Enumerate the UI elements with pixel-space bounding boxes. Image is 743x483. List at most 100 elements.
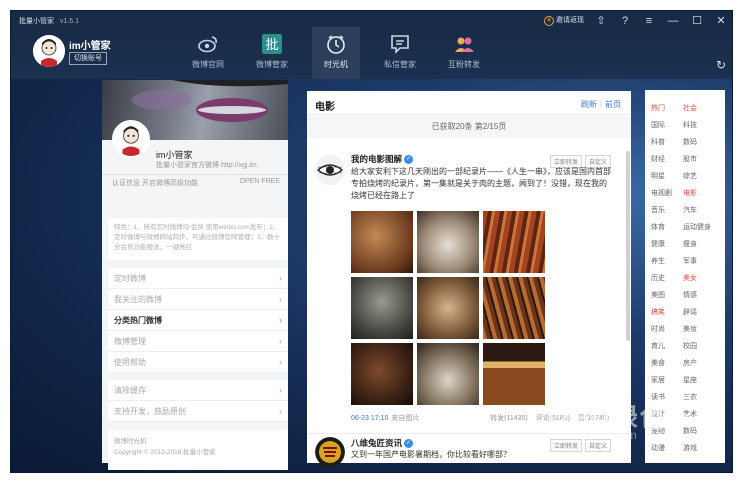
menu-item-clear-cache[interactable]: 清除缓存 ›	[108, 380, 288, 401]
menu-item-hot-categories[interactable]: 分类热门微博 ›	[108, 310, 288, 331]
menu-group-misc: 清除缓存 › 支持开发，鼓励原创 ›	[108, 380, 288, 422]
menu-item-scheduled[interactable]: 定时微博 ›	[108, 268, 288, 289]
category-item[interactable]: 美妆	[683, 323, 715, 337]
refresh-link[interactable]: 刷新	[581, 100, 597, 109]
category-item[interactable]: 体育	[651, 221, 683, 235]
nav-weibo-manager[interactable]: 批 微博管家	[248, 27, 296, 79]
category-item[interactable]: 瘦身	[683, 238, 715, 252]
category-item[interactable]: 汽车	[683, 204, 715, 218]
category-item[interactable]: 财经	[651, 153, 683, 167]
category-item[interactable]: 综艺	[683, 170, 715, 184]
category-item[interactable]: 辟谣	[683, 306, 715, 320]
post-photo[interactable]	[483, 343, 545, 405]
menu-item-manage[interactable]: 微博管理 ›	[108, 331, 288, 352]
category-item[interactable]: 科技	[683, 119, 715, 133]
category-item[interactable]: 国际	[651, 119, 683, 133]
chevron-right-icon: ›	[279, 315, 282, 325]
post-photo[interactable]	[351, 277, 413, 339]
menu-item-label: 我关注的微博	[114, 295, 162, 304]
menu-item-support[interactable]: 支持开发，鼓励原创 ›	[108, 401, 288, 422]
category-item[interactable]: 美女	[683, 272, 715, 286]
category-item[interactable]: 数码	[683, 136, 715, 150]
category-item[interactable]: 健康	[651, 238, 683, 252]
chevron-right-icon: ›	[279, 273, 282, 283]
category-item[interactable]: 星座	[683, 374, 715, 388]
skin-icon[interactable]: ⇧	[594, 14, 608, 27]
menu-item-label: 微博管理	[114, 337, 146, 346]
post-photo[interactable]	[351, 343, 413, 405]
batch-icon: 批	[262, 34, 282, 54]
category-item[interactable]: 音乐	[651, 204, 683, 218]
post-avatar[interactable]	[315, 437, 345, 467]
post-date-value: 06-23 17:10	[351, 415, 389, 422]
category-item[interactable]: 社会	[683, 102, 715, 116]
nav-mutual-repost[interactable]: 互粉转发	[440, 27, 488, 79]
menu-item-following[interactable]: 我关注的微博 ›	[108, 289, 288, 310]
category-item[interactable]: 养生	[651, 255, 683, 269]
post-photo[interactable]	[417, 277, 479, 339]
profile-meta-left: 认证信息 开启微博高级功能	[112, 180, 198, 187]
close-icon[interactable]: ✕	[714, 14, 728, 27]
news-avatar-icon	[315, 437, 345, 467]
help-icon[interactable]: ?	[618, 15, 632, 27]
category-item[interactable]: 动漫	[651, 442, 683, 456]
post-author[interactable]: 我的电影图解 ✓	[351, 153, 414, 165]
menu-item-help[interactable]: 使用帮助 ›	[108, 352, 288, 373]
post-photo[interactable]	[417, 211, 479, 273]
profile-avatar[interactable]	[112, 120, 150, 158]
menu-item-label: 清除缓存	[114, 386, 146, 395]
post-avatar[interactable]	[315, 155, 345, 185]
feed-scrollbar[interactable]	[626, 151, 630, 341]
nav-weibo-site[interactable]: 微博官网	[184, 27, 232, 79]
category-item[interactable]: 电视剧	[651, 187, 683, 201]
feed-actions: 刷新 | 前页	[580, 100, 621, 109]
category-item[interactable]: 家居	[651, 374, 683, 388]
app-title: 批量小管家 v1.6.1	[19, 16, 79, 26]
nav-label: 互粉转发	[448, 60, 480, 69]
post-photo[interactable]	[417, 343, 479, 405]
post-photo[interactable]	[483, 277, 545, 339]
post-author[interactable]: 八维兔匠资讯 ✓	[351, 437, 414, 449]
category-item[interactable]: 军事	[683, 255, 715, 269]
category-item[interactable]: 股市	[683, 153, 715, 167]
category-item[interactable]: 时尚	[651, 323, 683, 337]
post-text: 给大家安利下这几天刚出的一部纪录片——《人生一串》，应该是国内首部专拍烧烤的纪录…	[351, 167, 611, 200]
app-version: v1.6.1	[59, 18, 80, 25]
minimize-icon[interactable]: —	[666, 15, 680, 27]
category-item[interactable]: 游戏	[683, 442, 715, 456]
category-item[interactable]: 电影	[683, 187, 715, 201]
photo-grid	[351, 211, 545, 405]
nav-message-manager[interactable]: 私信管家	[376, 27, 424, 79]
post-photo[interactable]	[483, 211, 545, 273]
fetch-status: 已获取20条 第2/15页	[307, 116, 631, 138]
category-item[interactable]: 运动健身	[683, 221, 715, 235]
weibo-post: 我的电影图解 ✓ 立即转发 自定义 给大家安利下这几天刚出的一部纪录片——《人生一…	[307, 149, 623, 431]
category-item[interactable]: 明星	[651, 170, 683, 184]
category-item[interactable]: 校园	[683, 340, 715, 354]
menu-group-main: 定时微博 › 我关注的微博 › 分类热门微博 › 微博管理 › 使用帮助 ›	[108, 268, 288, 373]
switch-account-button[interactable]: 切换账号	[69, 52, 107, 65]
invite-link[interactable]: ¥ 邀请返现	[544, 15, 584, 26]
prev-page-link[interactable]: 前页	[605, 100, 621, 109]
category-item[interactable]: 房产	[683, 357, 715, 371]
category-item[interactable]: 育儿	[651, 340, 683, 354]
maximize-icon[interactable]: ☐	[690, 14, 704, 27]
category-item[interactable]: 科普	[651, 136, 683, 150]
menu-icon[interactable]: ≡	[642, 15, 656, 27]
post-photo[interactable]	[351, 211, 413, 273]
verified-icon: ✓	[404, 155, 414, 165]
category-item[interactable]: 热门	[651, 102, 683, 116]
category-item[interactable]: 美图	[651, 289, 683, 303]
refresh-icon[interactable]: ↻	[716, 58, 726, 72]
category-item[interactable]: 美食	[651, 357, 683, 371]
category-item[interactable]: 历史	[651, 272, 683, 286]
menu-item-label: 支持开发，鼓励原创	[114, 407, 186, 416]
post-author-name: 八维兔匠资讯	[351, 438, 403, 448]
profile-description: 批量小管家官方微博 http://xgj.im	[156, 162, 257, 169]
category-item[interactable]: 搞笑	[651, 306, 683, 320]
repost-count[interactable]: 转发(11435)	[490, 415, 528, 422]
nav-time-machine[interactable]: 时光机	[312, 27, 360, 79]
chevron-right-icon: ›	[279, 406, 282, 416]
category-item[interactable]: 情感	[683, 289, 715, 303]
avatar[interactable]	[33, 35, 65, 67]
